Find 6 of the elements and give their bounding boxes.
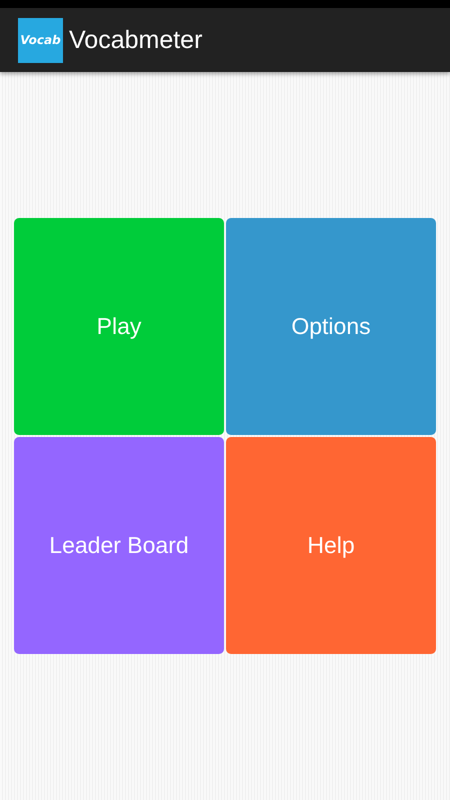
app-logo: Vocab <box>18 18 63 62</box>
menu-tile[interactable]: Options <box>226 218 436 435</box>
app-title: Vocabmeter <box>69 26 202 54</box>
menu-tile[interactable]: Help <box>226 437 436 654</box>
menu-tile[interactable]: Play <box>14 218 224 435</box>
menu-tile[interactable]: Leader Board <box>14 437 224 654</box>
